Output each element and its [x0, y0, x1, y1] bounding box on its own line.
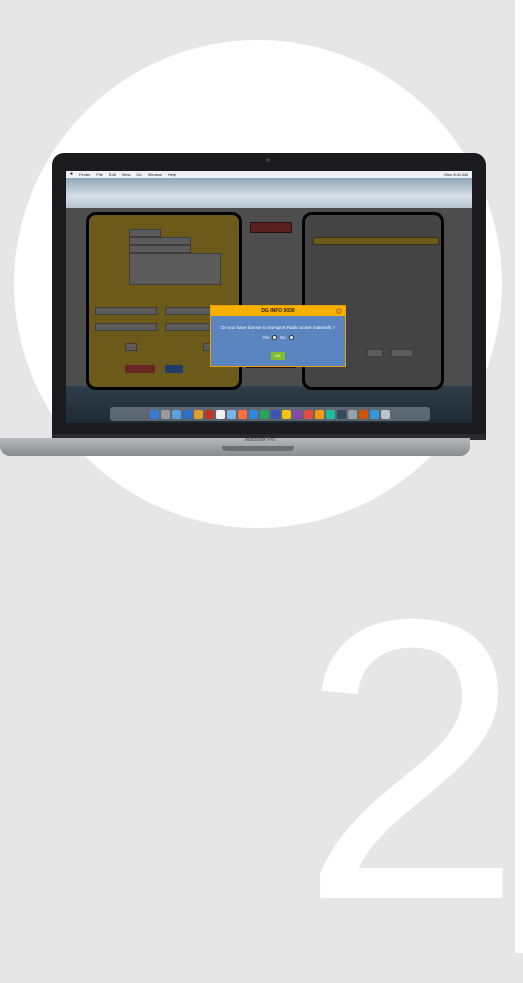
yes-label: Yes [262, 335, 270, 340]
mac-menubar: ● Finder File Edit View Go Window Help M… [66, 171, 472, 178]
desktop-wallpaper [66, 178, 472, 208]
laptop-display: ● Finder File Edit View Go Window Help M… [52, 153, 486, 434]
laptop-notch [222, 446, 294, 451]
menu-window[interactable]: Window [148, 171, 162, 178]
dock-app-icon[interactable] [315, 409, 324, 419]
form-field[interactable] [129, 229, 161, 237]
dock-app-icon[interactable] [238, 409, 247, 419]
form-select[interactable] [125, 343, 137, 351]
camera-icon [266, 158, 270, 162]
menu-edit[interactable]: Edit [109, 171, 116, 178]
dock-app-icon[interactable] [282, 409, 291, 419]
dg-info-dialog: DG INFO 0030 × Do you have license to tr… [210, 305, 346, 367]
dock-app-icon[interactable] [205, 409, 214, 419]
dock-app-icon[interactable] [359, 409, 368, 419]
dock-app-icon[interactable] [271, 409, 280, 419]
dock-app-icon[interactable] [381, 409, 390, 419]
laptop-screen: ● Finder File Edit View Go Window Help M… [66, 171, 472, 423]
menu-file[interactable]: File [96, 171, 102, 178]
form-field[interactable] [95, 323, 157, 331]
ok-button[interactable]: OK [271, 352, 285, 360]
app-window: DG INFO 0030 × Do you have license to tr… [66, 208, 472, 390]
dock-app-icon[interactable] [227, 409, 236, 419]
details-field[interactable] [391, 349, 413, 357]
no-label: No [280, 335, 286, 340]
form-textarea[interactable] [129, 253, 221, 285]
menubar-clock: Mon 8:41 AM [444, 172, 468, 177]
dock-app-icon[interactable] [304, 409, 313, 419]
mac-dock [110, 407, 430, 421]
dock-app-icon[interactable] [161, 409, 170, 419]
menu-view[interactable]: View [122, 171, 131, 178]
dock-app-icon[interactable] [348, 409, 357, 419]
form-field[interactable] [95, 307, 157, 315]
dock-app-icon[interactable] [326, 409, 335, 419]
no-radio[interactable] [288, 335, 294, 340]
dialog-options: Yes No [211, 335, 345, 340]
step-number: 2 [300, 536, 523, 983]
dock-app-icon[interactable] [337, 409, 346, 419]
form-field[interactable] [129, 245, 191, 253]
dock-app-icon[interactable] [172, 409, 181, 419]
dock-app-icon[interactable] [293, 409, 302, 419]
dialog-title: DG INFO 0030 [261, 308, 295, 314]
details-field[interactable] [367, 349, 383, 357]
form-clear-button[interactable] [165, 365, 183, 373]
dock-app-icon[interactable] [183, 409, 192, 419]
details-select[interactable] [313, 237, 439, 245]
form-action-button[interactable] [125, 365, 155, 373]
menu-help[interactable]: Help [168, 171, 176, 178]
dock-app-icon[interactable] [370, 409, 379, 419]
dock-app-icon[interactable] [249, 409, 258, 419]
dialog-question: Do you have license to transport Radio a… [221, 325, 335, 330]
yes-radio[interactable] [272, 335, 278, 340]
menu-go[interactable]: Go [136, 171, 141, 178]
menu-finder[interactable]: Finder [79, 171, 90, 178]
close-icon[interactable]: × [336, 308, 342, 314]
dock-app-icon[interactable] [260, 409, 269, 419]
dock-app-icon[interactable] [216, 409, 225, 419]
form-field[interactable] [129, 237, 191, 245]
laptop-brand: MacBook Pro [244, 437, 275, 443]
mid-button[interactable] [250, 222, 292, 233]
apple-icon[interactable]: ● [70, 171, 73, 178]
dock-app-icon[interactable] [150, 409, 159, 419]
dock-app-icon[interactable] [194, 409, 203, 419]
